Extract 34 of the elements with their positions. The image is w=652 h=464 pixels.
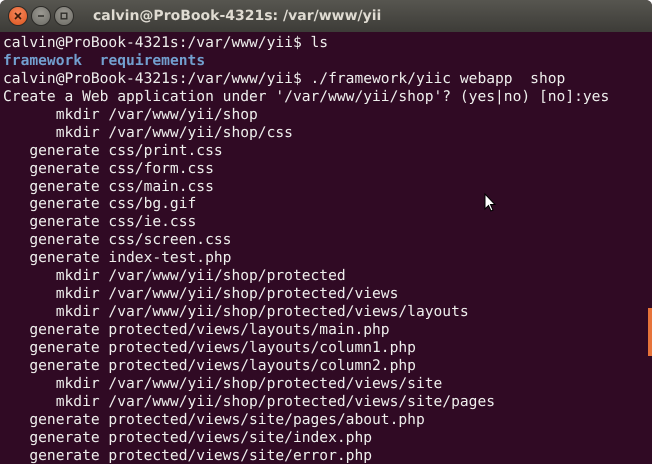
- terminal-line: generate css/bg.gif: [28, 195, 196, 214]
- maximize-button[interactable]: [54, 6, 74, 26]
- terminal-line: generate css/ie.css: [28, 213, 196, 232]
- mouse-pointer-icon: [484, 193, 496, 212]
- terminal-line: generate index-test.php: [28, 249, 232, 268]
- terminal-line: generate css/screen.css: [28, 231, 232, 250]
- minimize-icon: [37, 12, 45, 20]
- terminal-line: mkdir /var/www/yii/shop/protected/views/site: [54, 374, 442, 393]
- terminal-line: mkdir /var/www/yii/shop/css: [54, 124, 293, 142]
- terminal-line: generate css/form.css: [28, 160, 214, 178]
- scrollbar-thumb[interactable]: [648, 308, 652, 356]
- terminal-line: generate protected/views/layouts/column2.php: [28, 356, 416, 375]
- terminal-line: calvin@ProBook-4321s:/var/www/yii$ ./framework/yiic webapp shop: [3, 70, 566, 88]
- window-title: calvin@ProBook-4321s: /var/www/yii: [93, 8, 382, 24]
- terminal-line: mkdir /var/www/yii/shop/protected/views/site/pages: [54, 392, 496, 411]
- minimize-button[interactable]: [31, 6, 51, 26]
- close-button[interactable]: [8, 6, 28, 26]
- terminal-line: mkdir /var/www/yii/shop: [54, 106, 258, 124]
- terminal-line: calvin@ProBook-4321s:/var/www/yii$ ls: [3, 34, 328, 52]
- terminal-line: Create a Web application under '/var/www/yii/shop'? (yes|no) [no]:yes: [3, 88, 610, 106]
- terminal-line: generate protected/views/site/index.php: [28, 428, 372, 447]
- terminal-line: generate protected/views/site/pages/about.php: [28, 410, 425, 429]
- terminal-line: generate css/main.css: [28, 178, 214, 196]
- terminal-line: mkdir /var/www/yii/shop/protected: [54, 267, 346, 286]
- terminal-line: generate css/print.css: [28, 142, 223, 160]
- terminal-line: generate protected/views/site/error.php: [28, 446, 372, 464]
- directory-name: requirements: [100, 52, 206, 70]
- directory-name: framework: [3, 52, 82, 70]
- close-icon: [14, 12, 22, 20]
- terminal-line: mkdir /var/www/yii/shop/protected/views/layouts: [54, 303, 469, 322]
- terminal-line: mkdir /var/www/yii/shop/protected/views: [54, 285, 398, 304]
- maximize-icon: [60, 12, 68, 20]
- terminal-line: generate protected/views/layouts/main.php: [28, 321, 390, 339]
- terminal-line: generate protected/views/layouts/column1.php: [28, 338, 416, 357]
